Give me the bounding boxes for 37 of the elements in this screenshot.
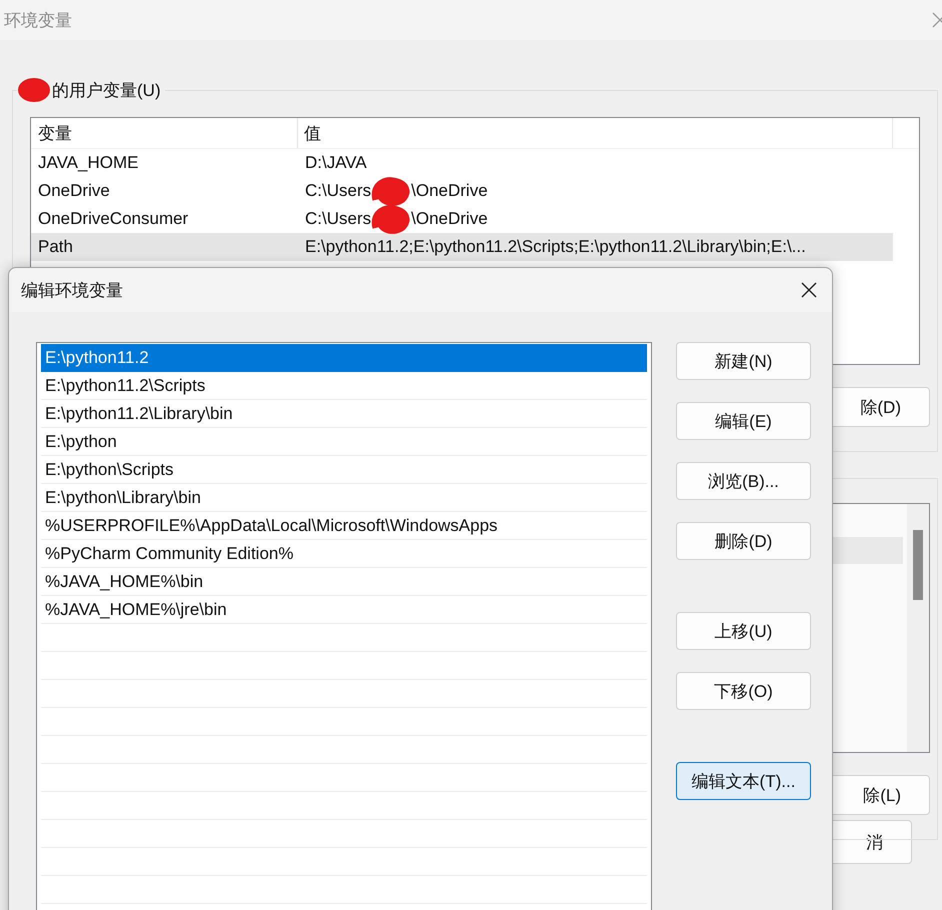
dialog-title: 编辑环境变量 [21,280,123,302]
table-cell: E:\python11.2;E:\python11.2\Scripts;E:\python11.2\Library\bin;E:\... [305,237,806,257]
table-cell-text: OneDriveConsumer [37,209,190,229]
list-item[interactable]: E:\python\Scripts [41,456,647,484]
list-item[interactable]: E:\python11.2\Library\bin [41,400,647,428]
table-cell: C:\Users [305,181,372,201]
list-item[interactable]: E:\python11.2\Scripts [41,372,647,400]
table-row[interactable]: JAVA_HOME D:\JAVA [31,149,893,177]
table-cell: \OneDrive [411,181,488,201]
table-cell: D:\JAVA [305,153,367,173]
column-header[interactable]: 变量 [31,118,298,148]
list-item[interactable]: %JAVA_HOME%\jre\bin [41,596,647,624]
column-header[interactable]: 值 [298,118,893,148]
list-item[interactable]: %PyCharm Community Edition% [41,540,647,568]
dialog-button[interactable]: 下移(O) [676,672,811,710]
dialog-button[interactable]: 删除(D) [676,522,811,560]
table-cell-text: Path [37,237,74,257]
dialog-button[interactable]: 编辑(E) [676,402,811,440]
list-item[interactable]: E:\python [41,428,647,456]
table-cell-text: OneDrive [37,181,111,201]
dialog-button[interactable]: 上移(U) [676,612,811,650]
list-item[interactable]: %JAVA_HOME%\bin [41,568,647,596]
dialog-button[interactable]: 浏览(B)... [676,462,811,500]
window-title: 环境变量 [4,10,72,32]
dialog-button[interactable]: 编辑文本(T)... [676,762,811,800]
scrollbar[interactable] [907,504,929,752]
table-cell-text: JAVA_HOME [37,153,140,173]
table-row[interactable]: OneDrive C:\Users \OneDrive [31,177,893,205]
close-icon[interactable] [801,282,817,298]
group-label: 的用户变量(U) [52,80,161,102]
table-cell: C:\Users [305,209,372,229]
list-item[interactable]: %USERPROFILE%\AppData\Local\Microsoft\WindowsApps [41,512,647,540]
table-row[interactable]: Path E:\python11.2;E:\python11.2\Scripts;E:\python11.2\Library\bin;E:\... [31,233,893,261]
dialog-button[interactable]: 新建(N) [676,342,811,380]
table-cell: \OneDrive [411,209,488,229]
list-item[interactable]: E:\python\Library\bin [41,484,647,512]
list-item[interactable]: E:\python11.2 [41,344,647,372]
